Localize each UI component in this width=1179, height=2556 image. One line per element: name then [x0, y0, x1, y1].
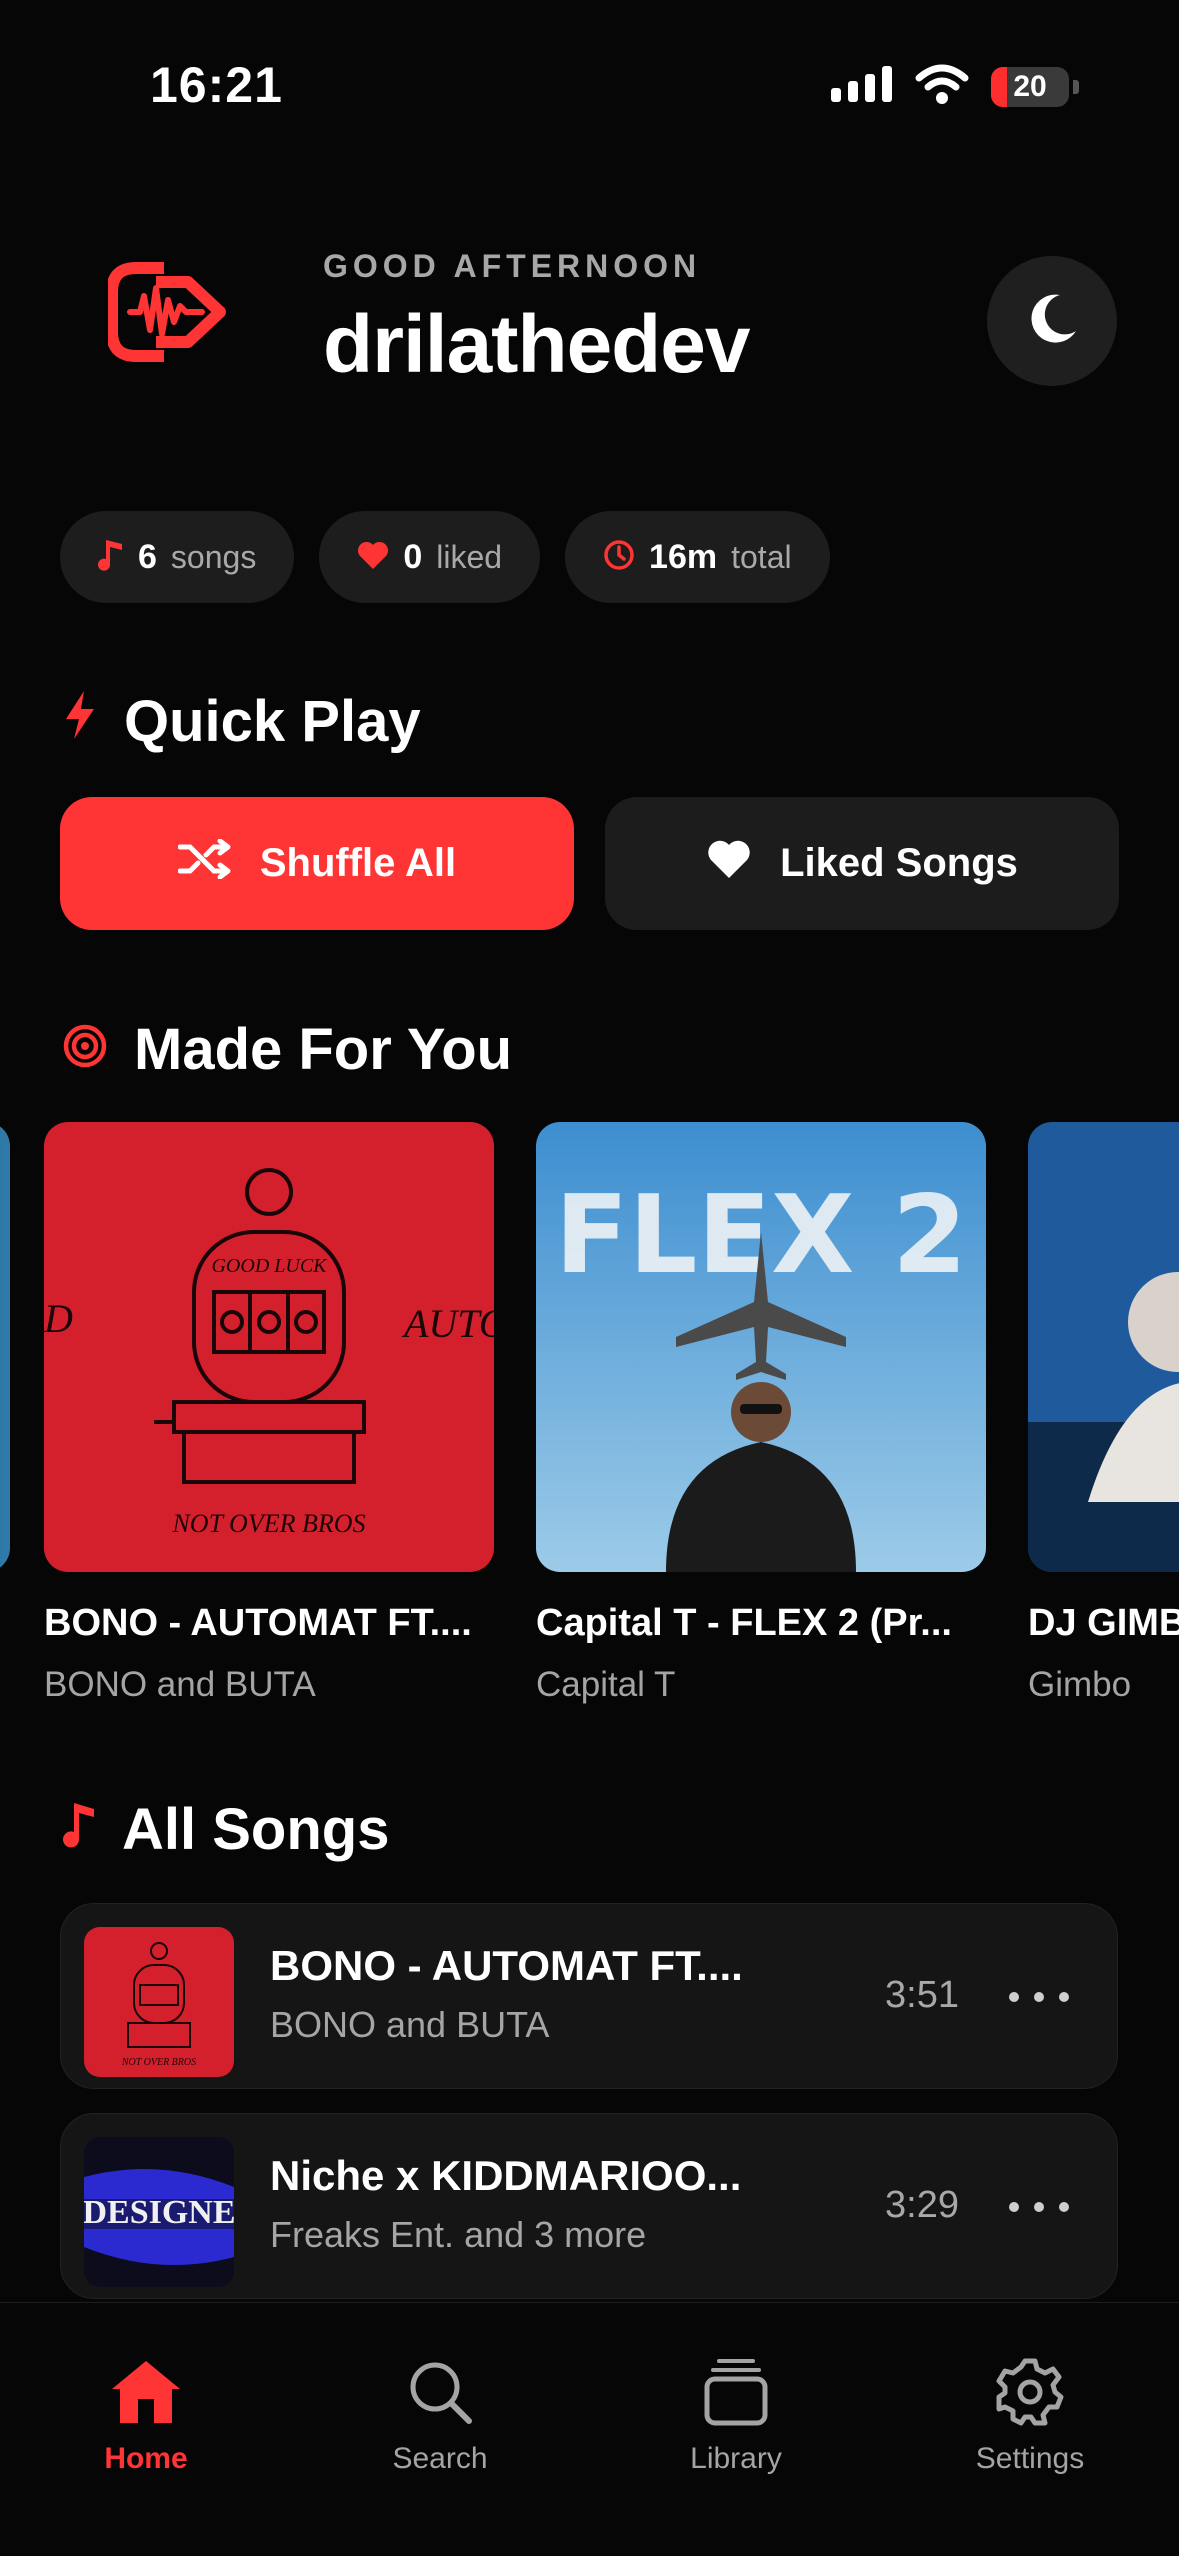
- status-indicators: 20: [831, 64, 1079, 109]
- tab-bar: Home Search Library Settings: [0, 2302, 1179, 2556]
- all-songs-heading: All Songs: [62, 1796, 389, 1863]
- stat-value: 0: [403, 537, 423, 576]
- svg-text:NOT OVER BROS: NOT OVER BROS: [171, 1509, 365, 1538]
- clock-icon: [603, 539, 635, 576]
- status-bar: 16:21 20: [0, 0, 1179, 150]
- album-art: [0, 1122, 10, 1572]
- svg-text:NOT OVER BROS: NOT OVER BROS: [121, 2057, 196, 2068]
- svg-text:DESIGNE: DESIGNE: [84, 2194, 234, 2231]
- heart-icon: [357, 540, 389, 575]
- wifi-icon: [915, 64, 969, 109]
- playlist-title: DJ GIMBO: [1028, 1602, 1179, 1644]
- username: drilathedev: [323, 299, 750, 390]
- playlist-card[interactable]: FLEX 2 Capital T - FLEX 2 (Pr... Capital…: [536, 1122, 986, 1705]
- tab-label: Home: [104, 2442, 188, 2475]
- shuffle-all-label: Shuffle All: [259, 841, 457, 885]
- playlist-artist: Capital T: [536, 1665, 676, 1704]
- section-title: Made For You: [134, 1017, 513, 1082]
- greeting-text: GOOD AFTERNOON: [323, 248, 702, 284]
- album-art: [1028, 1122, 1179, 1572]
- heart-icon: [706, 838, 752, 890]
- stat-label: songs: [170, 538, 257, 575]
- album-art: FLEX 2: [536, 1122, 986, 1572]
- library-icon: [701, 2357, 771, 2432]
- stat-songs: 6 songs: [60, 511, 295, 603]
- tab-label: Search: [392, 2442, 488, 2475]
- tab-label: Settings: [975, 2442, 1085, 2475]
- shuffle-all-button[interactable]: Shuffle All: [60, 797, 574, 930]
- playlist-title: Capital T - FLEX 2 (Pr...: [536, 1602, 952, 1644]
- album-art: GOOD LUCK D AUTO NOT OVER BROS: [44, 1122, 494, 1572]
- song-artwork: NOT OVER BROS: [84, 1927, 234, 2077]
- stats-row: 6 songs 0 liked 16m total: [60, 511, 830, 603]
- made-for-you-carousel[interactable]: GOOD LUCK D AUTO NOT OVER BROS BONO - AU…: [0, 1122, 1179, 1722]
- playlist-card[interactable]: GOOD LUCK D AUTO NOT OVER BROS BONO - AU…: [44, 1122, 494, 1705]
- target-icon: [62, 1016, 108, 1083]
- moon-icon: [1024, 291, 1080, 352]
- song-row[interactable]: NOT OVER BROS BONO - AUTOMAT FT.... BONO…: [60, 1903, 1118, 2089]
- tab-search[interactable]: Search: [340, 2357, 540, 2476]
- song-title: BONO - AUTOMAT FT....: [270, 1942, 743, 1989]
- tab-settings[interactable]: Settings: [930, 2357, 1130, 2476]
- status-time: 16:21: [150, 57, 283, 113]
- svg-text:GOOD LUCK: GOOD LUCK: [211, 1255, 328, 1277]
- shuffle-icon: [177, 838, 232, 889]
- music-note-icon: [98, 538, 124, 577]
- section-title: All Songs: [122, 1797, 390, 1862]
- settings-icon: [995, 2357, 1065, 2432]
- more-options-icon[interactable]: [1009, 2192, 1069, 2222]
- song-duration: 3:51: [885, 1974, 959, 2016]
- playlist-title: BONO - AUTOMAT FT....: [44, 1602, 472, 1644]
- song-title: Niche x KIDDMARIOO...: [270, 2152, 742, 2199]
- stat-liked: 0 liked: [319, 511, 541, 603]
- song-row[interactable]: DESIGNE Niche x KIDDMARIOO... Freaks Ent…: [60, 2113, 1118, 2299]
- stat-value: 6: [138, 537, 157, 576]
- section-title: Quick Play: [124, 689, 421, 754]
- tab-label: Library: [690, 2442, 782, 2475]
- tab-home[interactable]: Home: [46, 2357, 246, 2476]
- playlist-artist: Gimbo: [1028, 1665, 1132, 1704]
- playlist-artist: BONO and BUTA: [44, 1665, 316, 1704]
- song-artist: BONO and BUTA: [270, 2004, 550, 2045]
- theme-toggle-button[interactable]: [987, 256, 1117, 386]
- song-artist: Freaks Ent. and 3 more: [270, 2214, 647, 2255]
- playlist-card[interactable]: DJ GIMBO Gimbo: [1028, 1122, 1179, 1705]
- liked-songs-button[interactable]: Liked Songs: [605, 797, 1119, 930]
- song-artwork: DESIGNE: [84, 2137, 234, 2287]
- stat-value: 16m: [649, 537, 718, 576]
- svg-text:D: D: [44, 1296, 73, 1341]
- battery-level: 20: [1013, 69, 1047, 103]
- quick-play-heading: Quick Play: [62, 688, 421, 755]
- stat-label: total: [731, 538, 792, 575]
- more-options-icon[interactable]: [1009, 1982, 1069, 2012]
- search-icon: [405, 2357, 475, 2432]
- home-icon: [108, 2357, 184, 2432]
- music-note-icon: [62, 1796, 96, 1863]
- signal-icon: [831, 66, 893, 107]
- lightning-icon: [62, 688, 98, 755]
- liked-songs-label: Liked Songs: [780, 841, 1018, 885]
- stat-label: liked: [436, 538, 503, 575]
- song-duration: 3:29: [885, 2184, 959, 2226]
- stat-total: 16m total: [565, 511, 830, 603]
- app-logo: [106, 262, 226, 362]
- svg-text:AUTO: AUTO: [401, 1301, 494, 1346]
- tab-library[interactable]: Library: [636, 2357, 836, 2476]
- made-for-you-heading: Made For You: [62, 1016, 512, 1083]
- battery-indicator: 20: [991, 66, 1069, 107]
